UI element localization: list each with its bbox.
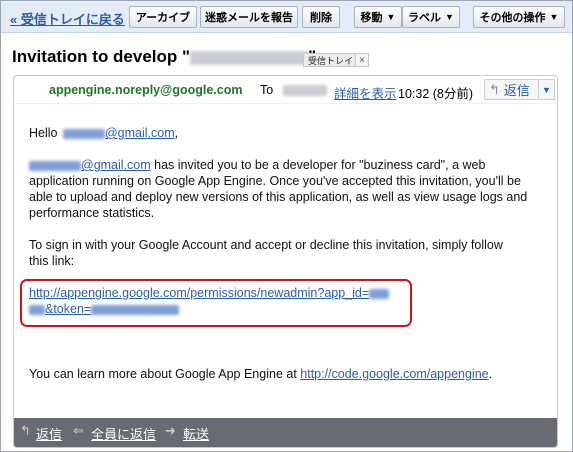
sender-address[interactable]: appengine.noreply@google.com xyxy=(49,83,242,97)
subject-prefix: Invitation to develop " xyxy=(12,47,191,66)
learn-more-suffix: . xyxy=(488,367,493,381)
signin-line-2: this link: xyxy=(29,254,75,268)
redacted-app-name xyxy=(190,50,309,65)
delete-button[interactable]: 削除 xyxy=(302,6,340,28)
greeting-comma: , xyxy=(174,126,179,140)
labels-dropdown-button[interactable]: ラベル ▼ xyxy=(402,6,460,28)
report-spam-button[interactable]: 迷惑メールを報告 xyxy=(200,6,298,28)
invite-line: @gmail.com has invited you to be a devel… xyxy=(29,157,527,173)
chevron-down-icon: ▼ xyxy=(445,12,454,22)
chevron-down-icon: ▼ xyxy=(386,12,396,22)
redacted-inviter xyxy=(29,160,81,171)
move-dropdown-button[interactable]: 移動 ▼ xyxy=(354,6,402,28)
message-header: appengine.noreply@google.com To 詳細を表示 10… xyxy=(14,76,557,104)
labels-label: ラベル xyxy=(408,12,442,24)
reply-all-arrow-icon: ⇐ xyxy=(73,423,84,438)
signin-line-1: To sign in with your Google Account and … xyxy=(29,238,503,252)
footer-forward-link[interactable]: 転送 xyxy=(183,424,209,443)
greeting-line: Hello @gmail.com, xyxy=(29,125,178,141)
message-timestamp: 10:32 (8分前) xyxy=(398,87,474,101)
greeting-email-link[interactable]: @gmail.com xyxy=(105,126,175,140)
forward-arrow-icon: ➜ xyxy=(165,423,176,438)
reply-arrow-icon: ↰ xyxy=(489,81,500,97)
message-subject: Invitation to develop "" xyxy=(12,47,316,67)
archive-button[interactable]: アーカイブ xyxy=(129,6,197,28)
invite-line-1: has invited you to be a developer for "b… xyxy=(150,158,486,172)
redacted-username xyxy=(62,128,105,139)
more-actions-dropdown-button[interactable]: その他の操作 ▼ xyxy=(473,6,565,28)
reply-arrow-icon: ↰ xyxy=(20,423,31,438)
invite-line-3: able to upload and deploy new versions o… xyxy=(29,190,528,204)
to-label: To xyxy=(260,83,274,97)
move-label: 移動 xyxy=(360,12,383,24)
toolbar: « 受信トレイに戻る アーカイブ 迷惑メールを報告 削除 移動 ▼ ラベル ▼ その… xyxy=(1,1,572,33)
reply-button[interactable]: ↰ 返信 xyxy=(484,79,539,100)
greeting-prefix: Hello xyxy=(29,126,58,140)
inbox-label-tag[interactable]: 受信トレイ xyxy=(303,53,359,67)
inviter-email-link[interactable]: @gmail.com xyxy=(81,158,151,172)
learn-more-line: You can learn more about Google App Engi… xyxy=(29,366,492,382)
app-engine-docs-link[interactable]: http://code.google.com/appengine xyxy=(300,367,488,381)
message-card: appengine.noreply@google.com To 詳細を表示 10… xyxy=(13,75,558,448)
footer-reply-link[interactable]: 返信 xyxy=(36,424,62,443)
invite-paragraph: @gmail.com has invited you to be a devel… xyxy=(29,157,527,221)
invite-line-2: application running on Google App Engine… xyxy=(29,174,521,188)
link-highlight-annotation xyxy=(20,279,412,327)
footer-reply-all-link[interactable]: 全員に返信 xyxy=(91,424,156,443)
reply-button-label: 返信 xyxy=(503,83,530,98)
redacted-recipient xyxy=(283,85,327,96)
learn-more-prefix: You can learn more about Google App Engi… xyxy=(29,367,301,381)
back-to-inbox-link[interactable]: « 受信トレイに戻る xyxy=(10,9,125,28)
more-options-dropdown[interactable]: ▼ xyxy=(539,79,555,100)
more-actions-label: その他の操作 xyxy=(479,12,546,24)
chevron-down-icon: ▼ xyxy=(549,12,559,22)
signin-paragraph: To sign in with your Google Account and … xyxy=(29,237,503,269)
invite-line-4: performance statistics. xyxy=(29,206,155,220)
show-details-link[interactable]: 詳細を表示 xyxy=(334,83,397,102)
message-footer: ↰ 返信 ⇐ 全員に返信 ➜ 転送 xyxy=(14,418,557,447)
remove-label-icon[interactable]: × xyxy=(355,53,369,67)
